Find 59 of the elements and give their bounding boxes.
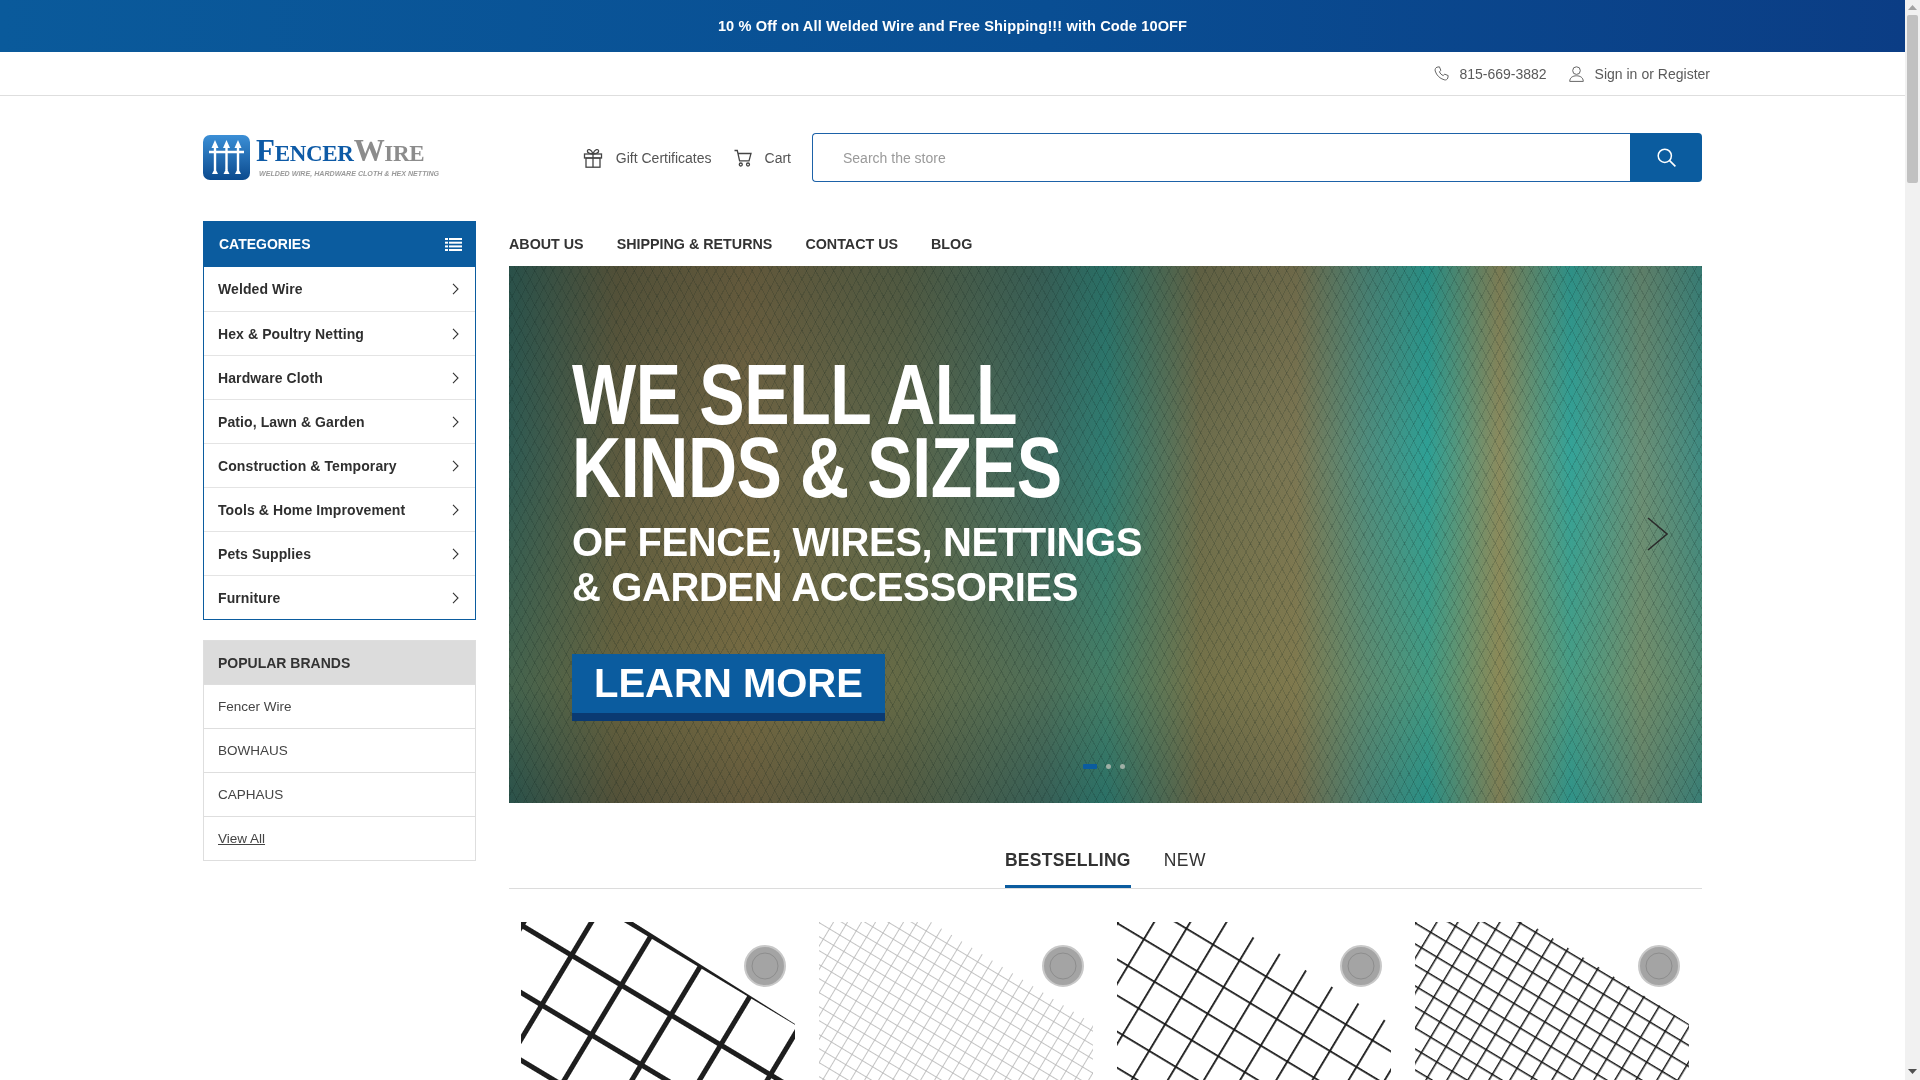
promo-text: 10 % Off on All Welded Wire and Free Shipping!!! with Code 10OFF — [717, 18, 1188, 34]
category-link[interactable]: Tools & Home Improvement — [204, 487, 475, 531]
category-link[interactable]: Welded Wire — [204, 267, 475, 311]
chevron-right-icon — [452, 327, 459, 340]
category-link[interactable]: Hex & Poultry Netting — [204, 311, 475, 355]
category-link[interactable]: Construction & Temporary — [204, 443, 475, 487]
cart-link[interactable]: Cart — [733, 148, 791, 167]
banner-subheadline: OF FENCE, WIRES, NETTINGS & GARDEN ACCESSORIES — [572, 520, 1143, 610]
banner-photo-placeholder[interactable]: WE SELL ALL KINDS & SIZES OF FENCE, WIRES, NETTINGS & GARDEN ACCESSORIES LEARN MORE — [509, 266, 1702, 803]
scrollbar-thumb[interactable] — [1907, 15, 1918, 183]
product-tab[interactable]: NEW — [1163, 849, 1207, 888]
wire-mesh-drawing[interactable] — [1117, 922, 1391, 1080]
nav-link[interactable]: CONTACT US — [805, 235, 899, 252]
scroll-down-arrow-icon[interactable] — [1908, 1069, 1917, 1074]
chevron-right-icon — [452, 371, 459, 384]
sign-in-link[interactable]: Sign in — [1594, 65, 1638, 82]
category-link[interactable]: Hardware Cloth — [204, 355, 475, 399]
brand-link[interactable]: Fencer Wire — [218, 699, 292, 714]
nav-link[interactable]: ABOUT US — [509, 235, 584, 252]
banner-headline: WE SELL ALL KINDS & SIZES — [572, 358, 1062, 504]
nav-link[interactable]: SHIPPING & RETURNS — [616, 235, 773, 252]
gift-icon — [582, 147, 603, 168]
or-text: or — [1641, 65, 1654, 82]
list-icon[interactable] — [445, 237, 462, 251]
brands-title: POPULAR BRANDS — [218, 654, 351, 671]
logo-wordmark: FENCERWIRE — [256, 136, 426, 170]
chevron-right-icon — [452, 547, 459, 560]
slide-dot[interactable] — [1106, 764, 1111, 769]
chevron-right-icon — [452, 591, 459, 604]
nav-link[interactable]: BLOG — [931, 235, 973, 252]
chevron-right-icon — [452, 459, 459, 472]
brand-link[interactable]: CAPHAUS — [218, 787, 284, 802]
phone-link[interactable]: 815-669-3882 — [1459, 65, 1547, 82]
fence-logo-icon — [203, 135, 250, 180]
categories-title: CATEGORIES — [219, 236, 311, 252]
search-field[interactable]: Search the store — [812, 133, 1630, 182]
chevron-right-icon — [452, 283, 459, 295]
wire-mesh-drawing[interactable] — [521, 922, 795, 1080]
search-button[interactable] — [1630, 133, 1702, 182]
brand-link[interactable]: BOWHAUS — [218, 743, 288, 758]
gift-certificates-link[interactable]: Gift Certificates — [582, 147, 712, 168]
product-tab[interactable]: BESTSELLING — [1004, 849, 1131, 888]
search-icon — [1656, 148, 1676, 167]
category-link[interactable]: Pets Supplies — [204, 531, 475, 575]
cart-icon — [733, 148, 752, 167]
learn-more-button[interactable]: LEARN MORE — [572, 654, 885, 721]
chevron-right-icon — [452, 503, 459, 516]
category-link[interactable]: Furniture — [204, 575, 475, 619]
register-link[interactable]: Register — [1657, 65, 1710, 82]
slide-dot[interactable] — [1120, 764, 1125, 769]
chevron-right-icon[interactable] — [1647, 517, 1668, 551]
phone-icon — [1434, 66, 1450, 81]
scroll-up-arrow-icon[interactable] — [1908, 5, 1917, 10]
user-icon — [1568, 65, 1584, 82]
category-link[interactable]: Patio, Lawn & Garden — [204, 399, 475, 443]
view-all-link[interactable]: View All — [218, 831, 266, 846]
scrollbar[interactable] — [1905, 0, 1920, 1080]
wire-mesh-drawing[interactable] — [1415, 922, 1689, 1080]
chevron-right-icon — [452, 415, 459, 428]
